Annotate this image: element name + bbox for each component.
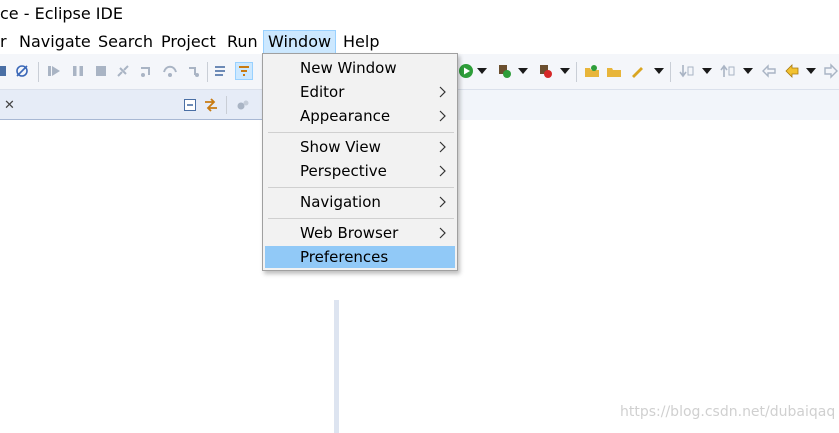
menu-navigate[interactable]: Navigate <box>15 30 95 54</box>
menu-item-preferences[interactable]: Preferences <box>265 246 455 268</box>
sash-divider[interactable] <box>334 300 339 433</box>
title-bar: ce - Eclipse IDE <box>0 0 839 30</box>
menu-item-label: New Window <box>300 59 397 77</box>
view-menu-icon[interactable] <box>235 97 251 113</box>
resume-icon[interactable] <box>46 63 62 79</box>
chevron-right-icon <box>439 86 446 98</box>
use-step-filters-icon[interactable] <box>235 62 253 80</box>
last-edit-icon[interactable] <box>761 63 777 79</box>
menu-item-truncated[interactable]: r <box>0 30 11 54</box>
back-dropdown-icon[interactable] <box>806 68 816 74</box>
debug-dropdown-icon[interactable] <box>518 68 528 74</box>
run-icon[interactable] <box>458 63 474 79</box>
view-toolbar-separator <box>226 96 227 114</box>
toolbar-separator <box>576 62 577 82</box>
watermark: https://blog.csdn.net/dubaiqaq <box>620 404 836 420</box>
menu-window[interactable]: Window <box>263 30 337 54</box>
close-icon[interactable]: ✕ <box>4 98 15 113</box>
step-into-icon[interactable] <box>139 63 155 79</box>
toolbar-separator <box>207 62 208 82</box>
window-menu-dropdown: New Window Editor Appearance Show View P… <box>262 53 458 271</box>
menu-item-label: Perspective <box>300 162 387 180</box>
menu-item-web-browser[interactable]: Web Browser <box>265 222 455 244</box>
next-annotation-icon[interactable] <box>679 63 695 79</box>
menu-item-label: Appearance <box>300 107 391 125</box>
toolbar-separator <box>670 62 671 82</box>
step-return-icon[interactable] <box>185 63 201 79</box>
chevron-right-icon <box>439 110 446 122</box>
window-title: ce - Eclipse IDE <box>0 4 123 23</box>
collapse-all-icon[interactable] <box>182 97 198 113</box>
menu-bar: r Navigate Search Project Run Window Hel… <box>0 30 839 54</box>
debug-run-icon[interactable] <box>496 63 512 79</box>
menu-item-navigation[interactable]: Navigation <box>265 191 455 213</box>
menu-help[interactable]: Help <box>339 30 383 54</box>
menu-item-label: Web Browser <box>300 224 399 242</box>
menu-item-label: Editor <box>300 83 345 101</box>
external-tools-icon[interactable] <box>537 63 553 79</box>
menu-item-editor[interactable]: Editor <box>265 81 455 103</box>
drop-to-frame-icon[interactable] <box>213 63 229 79</box>
previous-annotation-dropdown-icon[interactable] <box>743 68 753 74</box>
menu-separator <box>268 132 454 133</box>
run-dropdown-icon[interactable] <box>477 68 487 74</box>
toolbar-separator <box>38 62 39 82</box>
chevron-right-icon <box>439 165 446 177</box>
terminate-icon[interactable] <box>93 63 109 79</box>
menu-item-label: Show View <box>300 138 381 156</box>
debug-skip-icon[interactable] <box>0 63 8 79</box>
search-dropdown-icon[interactable] <box>654 68 664 74</box>
menu-item-new-window[interactable]: New Window <box>265 57 455 79</box>
chevron-right-icon <box>439 141 446 153</box>
open-type-icon[interactable] <box>606 63 622 79</box>
disconnect-icon[interactable] <box>115 63 131 79</box>
back-icon[interactable] <box>784 63 800 79</box>
menu-item-show-view[interactable]: Show View <box>265 136 455 158</box>
link-with-editor-icon[interactable] <box>203 97 219 113</box>
menu-item-label: Preferences <box>300 248 389 266</box>
new-package-icon[interactable] <box>584 63 600 79</box>
previous-annotation-icon[interactable] <box>720 63 736 79</box>
step-over-icon[interactable] <box>162 63 178 79</box>
menu-item-label: Navigation <box>300 193 381 211</box>
chevron-right-icon <box>439 227 446 239</box>
view-tab-bar: ✕ <box>0 90 262 120</box>
forward-icon[interactable] <box>823 63 839 79</box>
chevron-right-icon <box>439 196 446 208</box>
editor-tab-bar <box>458 90 839 120</box>
menu-separator <box>268 187 454 188</box>
external-tools-dropdown-icon[interactable] <box>560 68 570 74</box>
menu-separator <box>268 218 454 219</box>
menu-project[interactable]: Project <box>157 30 220 54</box>
skip-breakpoints-icon[interactable] <box>14 63 30 79</box>
menu-item-perspective[interactable]: Perspective <box>265 160 455 182</box>
menu-run[interactable]: Run <box>223 30 262 54</box>
suspend-icon[interactable] <box>70 63 86 79</box>
menu-item-appearance[interactable]: Appearance <box>265 105 455 127</box>
search-tool-icon[interactable] <box>629 63 645 79</box>
menu-search[interactable]: Search <box>94 30 157 54</box>
next-annotation-dropdown-icon[interactable] <box>702 68 712 74</box>
